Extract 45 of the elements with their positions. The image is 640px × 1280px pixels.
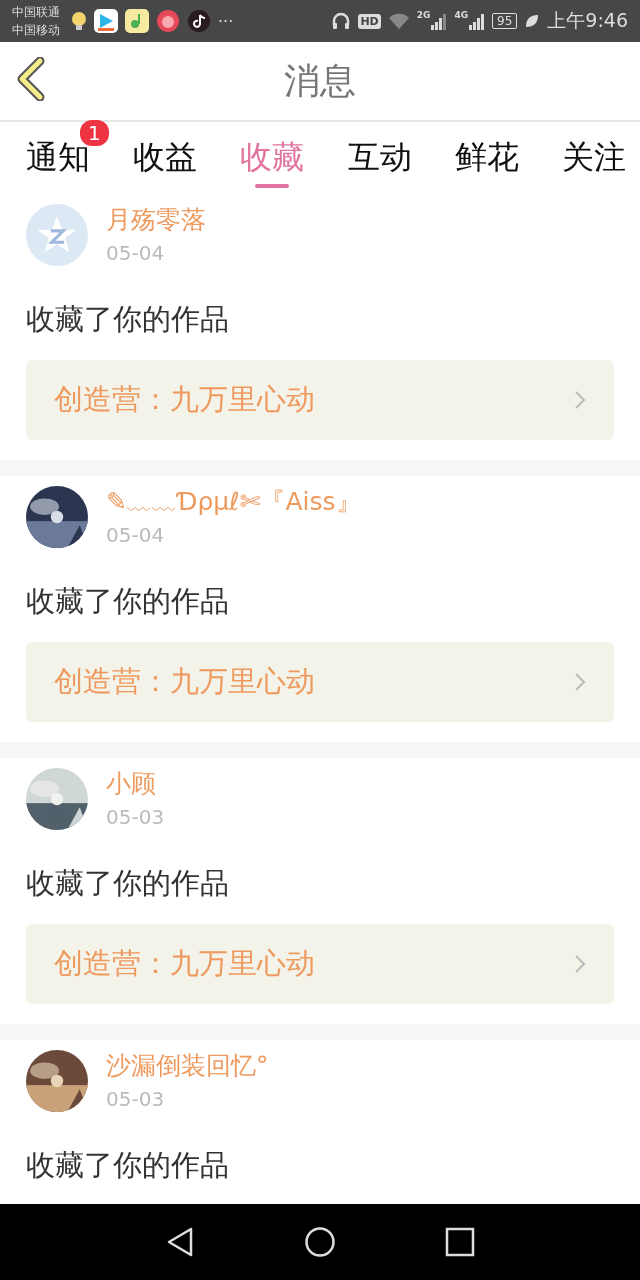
bulb-icon — [71, 10, 87, 32]
signal-icon — [469, 12, 486, 30]
chevron-right-icon — [574, 390, 586, 410]
carrier-name: 中国移动 — [12, 22, 60, 39]
work-link[interactable]: 创造营：九万里心动 — [26, 360, 614, 440]
message-text: 收藏了你的作品 — [26, 865, 230, 902]
tab[interactable]: 关注 — [555, 122, 632, 194]
headphones-icon — [331, 11, 352, 31]
work-link[interactable]: 创造营：九万里心动 — [26, 642, 614, 722]
network-type: 2G — [416, 10, 431, 20]
signal-icon — [431, 12, 448, 30]
message-date: 05-04 — [106, 240, 166, 267]
message-date: 05-03 — [106, 1086, 166, 1113]
battery-level: 95 — [492, 13, 518, 29]
tab[interactable]: 互动 — [341, 122, 418, 194]
recent-apps-icon[interactable] — [445, 1227, 476, 1257]
message-text: 收藏了你的作品 — [26, 1147, 230, 1184]
user-name[interactable]: 小顾 — [106, 766, 165, 802]
more-notifications: ··· — [218, 11, 234, 31]
wifi-icon — [387, 12, 410, 30]
music-app-icon — [125, 9, 149, 33]
app-icon — [94, 9, 118, 33]
chevron-right-icon — [574, 954, 586, 974]
network-type: 4G — [454, 10, 469, 20]
tab[interactable]: 收益 — [127, 122, 204, 194]
page-title: 消息 — [284, 58, 356, 103]
tab[interactable]: 收藏 — [234, 122, 311, 194]
music-note-icon — [187, 9, 211, 33]
hd-badge: HD — [358, 13, 381, 29]
chevron-right-icon — [574, 672, 586, 692]
home-icon[interactable] — [304, 1226, 336, 1258]
carrier-name: 中国联通 — [12, 4, 60, 21]
user-name[interactable]: ✎﹏﹏Ɗρμℓ✄『Aiss』 — [106, 484, 361, 520]
clock: 上午9:46 — [547, 8, 628, 33]
leaf-icon — [524, 13, 541, 29]
message-date: 05-03 — [106, 804, 165, 831]
user-name[interactable]: 沙漏倒装回忆° — [106, 1048, 269, 1084]
message-text: 收藏了你的作品 — [26, 583, 230, 620]
user-name[interactable]: 月殇零落 — [106, 202, 206, 238]
work-link[interactable]: 创造营：九万里心动 — [26, 924, 614, 1004]
back-button[interactable] — [16, 57, 46, 101]
tab[interactable]: 鲜花 — [448, 122, 525, 194]
message-text: 收藏了你的作品 — [26, 301, 230, 338]
message-date: 05-04 — [106, 522, 166, 549]
unread-badge: 1 — [80, 120, 109, 146]
